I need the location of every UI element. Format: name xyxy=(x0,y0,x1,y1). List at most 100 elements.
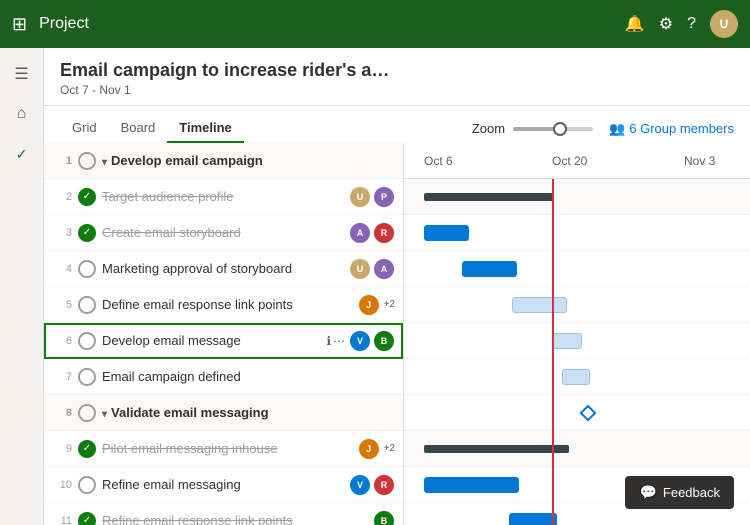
task-name: ▾Develop email campaign xyxy=(102,153,395,168)
task-name: Refine email response link points xyxy=(102,513,369,525)
timeline-area: Oct 6 Oct 20 Nov 3 xyxy=(404,143,750,525)
row-number: 5 xyxy=(52,299,72,311)
task-row[interactable]: 2✓Target audience profileUP xyxy=(44,179,403,215)
avatar-group: VB xyxy=(349,330,395,352)
row-number: 7 xyxy=(52,371,72,383)
grid-timeline: 1▾Develop email campaign2✓Target audienc… xyxy=(44,143,750,525)
task-row[interactable]: 10 Refine email messaging VR xyxy=(44,467,403,503)
chevron-icon: ▾ xyxy=(102,157,107,168)
date-oct20: Oct 20 xyxy=(552,154,587,168)
zoom-label: Zoom xyxy=(472,121,505,136)
page-header: Email campaign to increase rider's aware… xyxy=(44,48,750,106)
feedback-icon: 💬 xyxy=(639,484,656,501)
status-empty-icon[interactable] xyxy=(78,296,96,314)
feedback-label: Feedback xyxy=(663,485,720,500)
gantt-row xyxy=(404,215,750,251)
feedback-button[interactable]: 💬 Feedback xyxy=(625,476,734,509)
gantt-body xyxy=(404,179,750,525)
content-area: Email campaign to increase rider's aware… xyxy=(44,48,750,525)
gantt-bar[interactable] xyxy=(562,369,590,385)
view-tabs: Grid Board Timeline xyxy=(60,114,244,143)
status-empty-icon[interactable] xyxy=(78,260,96,278)
task-name: Create email storyboard xyxy=(102,225,345,240)
gantt-bar[interactable] xyxy=(424,193,554,201)
gear-icon[interactable]: ⚙ xyxy=(659,14,673,34)
avatar: J xyxy=(358,438,380,460)
status-empty-icon[interactable] xyxy=(78,332,96,350)
avatar-group: B xyxy=(373,510,395,525)
row-number: 11 xyxy=(52,515,72,525)
date-nov3: Nov 3 xyxy=(684,154,715,168)
task-name: Define email response link points xyxy=(102,297,354,312)
task-row[interactable]: 3 ✓ Create email storyboard AR xyxy=(44,215,403,251)
gantt-bar[interactable] xyxy=(512,297,567,313)
task-row[interactable]: 9✓Pilot email messaging inhouseJ+2 xyxy=(44,431,403,467)
zoom-control: Zoom xyxy=(472,121,593,136)
status-empty-icon[interactable] xyxy=(78,368,96,386)
row-number: 8 xyxy=(52,407,72,419)
task-row[interactable]: 4Marketing approval of storyboardUA xyxy=(44,251,403,287)
status-done-icon[interactable]: ✓ xyxy=(78,224,96,242)
avatar-group: VR xyxy=(349,474,395,496)
status-done-icon[interactable]: ✓ xyxy=(78,188,96,206)
avatar[interactable]: U xyxy=(710,10,738,38)
info-icon[interactable]: ℹ xyxy=(326,334,331,348)
gantt-bar[interactable] xyxy=(462,261,517,277)
status-done-icon[interactable]: ✓ xyxy=(78,512,96,525)
row-number: 2 xyxy=(52,191,72,203)
gantt-row xyxy=(404,287,750,323)
zoom-slider[interactable] xyxy=(513,127,593,131)
gantt-bar[interactable] xyxy=(424,477,519,493)
gantt-row xyxy=(404,323,750,359)
row-number: 10 xyxy=(52,479,72,491)
group-members[interactable]: 👥 6 Group members xyxy=(609,121,734,137)
avatar: R xyxy=(373,222,395,244)
task-row[interactable]: 8 ▾Validate email messaging xyxy=(44,395,403,431)
app-title: Project xyxy=(39,15,613,33)
avatar: J xyxy=(358,294,380,316)
tab-timeline[interactable]: Timeline xyxy=(167,114,244,143)
task-name: Refine email messaging xyxy=(102,477,345,492)
status-empty-icon[interactable] xyxy=(78,404,96,422)
tab-board[interactable]: Board xyxy=(109,114,168,143)
status-empty-icon[interactable] xyxy=(78,476,96,494)
row-number: 3 xyxy=(52,227,72,239)
row-number: 6 xyxy=(52,335,72,347)
avatar-group: UP xyxy=(349,186,395,208)
task-name: ▾Validate email messaging xyxy=(102,405,395,420)
timeline-header: Oct 6 Oct 20 Nov 3 xyxy=(404,143,750,179)
avatar-group: J+2 xyxy=(358,294,395,316)
task-name: Develop email message xyxy=(102,333,322,348)
task-row[interactable]: 6 Develop email message ℹ⋯ VB xyxy=(44,323,403,359)
gantt-row xyxy=(404,251,750,287)
more-icon[interactable]: ⋯ xyxy=(333,334,345,348)
row-number: 4 xyxy=(52,263,72,275)
date-oct6: Oct 6 xyxy=(424,154,453,168)
tab-grid[interactable]: Grid xyxy=(60,114,109,143)
avatar-group: AR xyxy=(349,222,395,244)
gantt-bar[interactable] xyxy=(552,333,582,349)
row-number: 9 xyxy=(52,443,72,455)
gantt-bar[interactable] xyxy=(424,225,469,241)
gantt-row xyxy=(404,431,750,467)
task-name: Marketing approval of storyboard xyxy=(102,261,345,276)
task-row[interactable]: 1▾Develop email campaign xyxy=(44,143,403,179)
status-empty-icon[interactable] xyxy=(78,152,96,170)
group-members-icon: 👥 xyxy=(609,121,625,137)
avatar: B xyxy=(373,510,395,525)
plus-badge: +2 xyxy=(384,443,395,454)
task-row[interactable]: 5 Define email response link points J+2 xyxy=(44,287,403,323)
gantt-bar[interactable] xyxy=(424,445,569,453)
task-row[interactable]: 11 ✓ Refine email response link points B xyxy=(44,503,403,525)
sidebar-home-icon[interactable]: ⌂ xyxy=(4,96,40,132)
project-dates: Oct 7 - Nov 1 xyxy=(60,83,734,97)
waffle-icon[interactable]: ⊞ xyxy=(12,14,27,35)
bell-icon[interactable]: 🔔 xyxy=(625,14,645,34)
sidebar-menu-icon[interactable]: ☰ xyxy=(4,56,40,92)
status-done-icon[interactable]: ✓ xyxy=(78,440,96,458)
sidebar-check-icon[interactable]: ✓ xyxy=(4,136,40,172)
task-row[interactable]: 7Email campaign defined xyxy=(44,359,403,395)
gantt-bar[interactable] xyxy=(509,513,557,525)
help-icon[interactable]: ? xyxy=(687,15,696,33)
avatar: U xyxy=(349,186,371,208)
